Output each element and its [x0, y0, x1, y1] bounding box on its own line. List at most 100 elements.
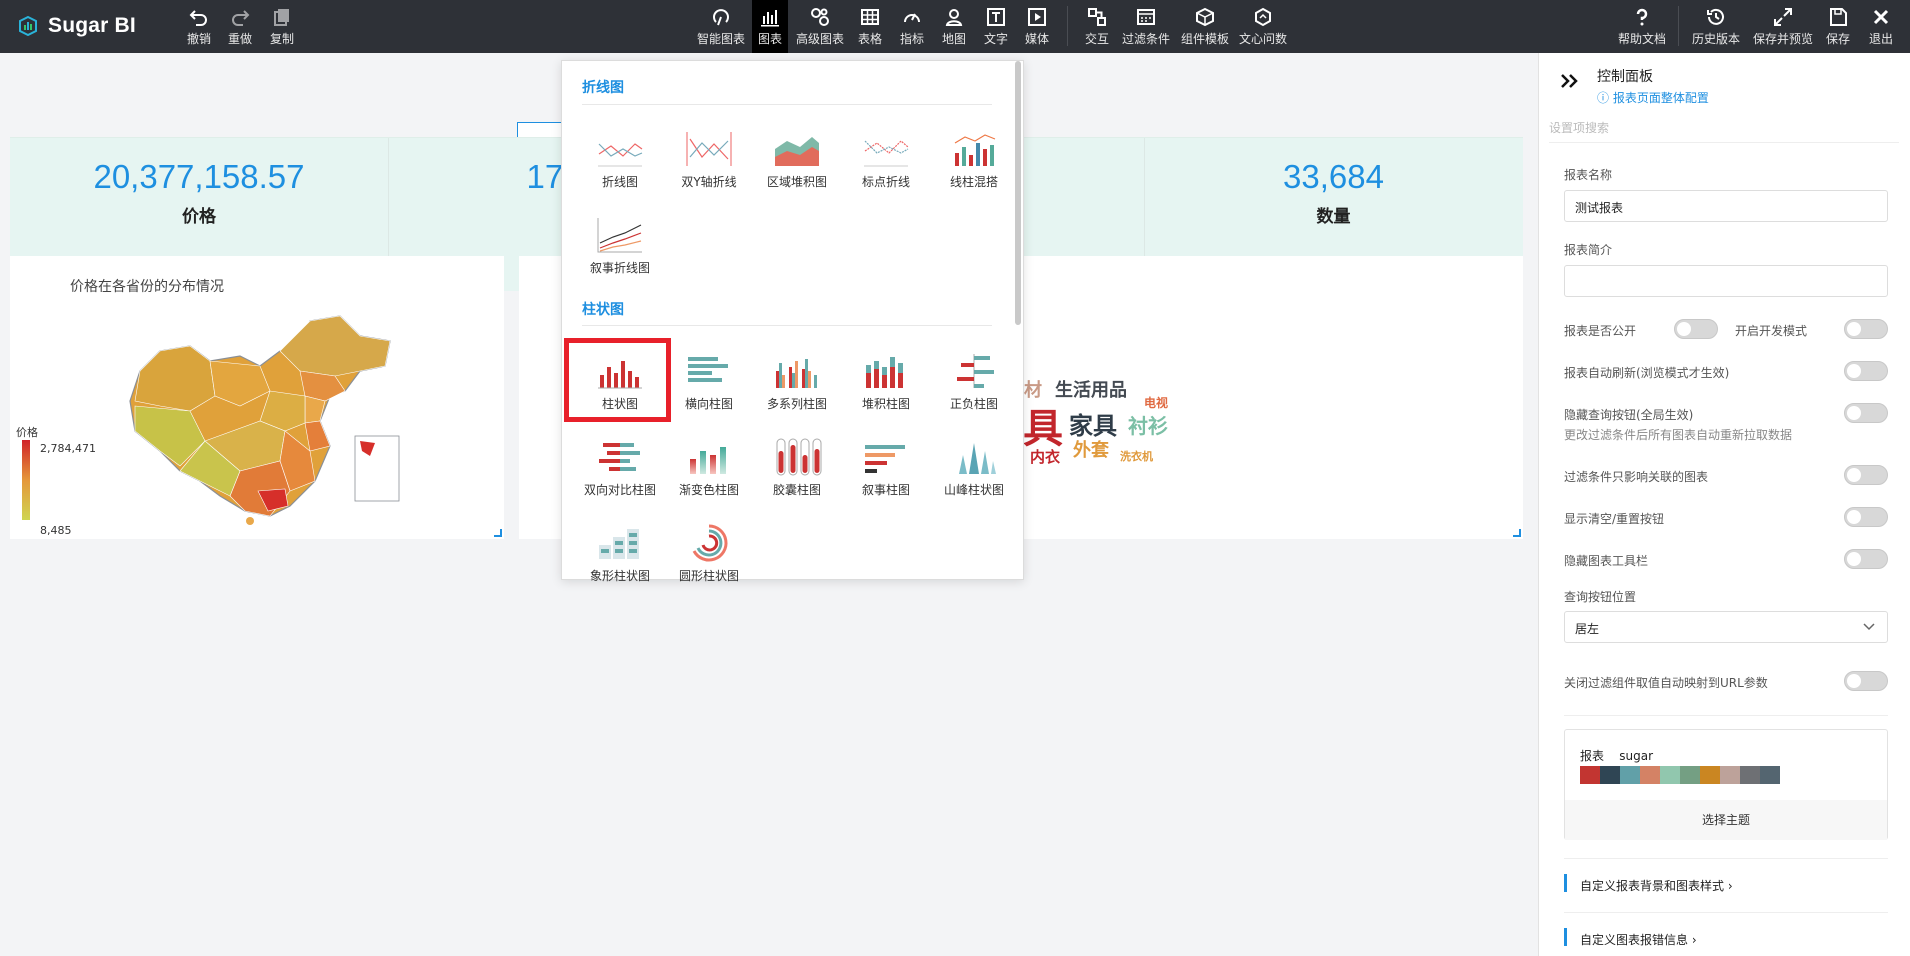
- panel-title: 控制面板: [1597, 69, 1653, 85]
- theme-box: 报表 sugar 选择主题: [1564, 729, 1888, 840]
- chart-type-dropdown[interactable]: 折线图 折线图 双Y轴折线 区域堆积图 标点折线 线柱混搭 叙事折线图 柱状图 …: [561, 60, 1024, 583]
- narrative-line-icon: [597, 218, 642, 253]
- sugar-logo-icon: [19, 16, 37, 36]
- chart-option-dual-y-line[interactable]: 双Y轴折线: [667, 119, 751, 203]
- chevron-right-icon: ›: [1727, 879, 1733, 893]
- interaction-button[interactable]: 交互: [1082, 0, 1112, 53]
- app-logo[interactable]: Sugar BI: [18, 14, 136, 38]
- exit-label: 退出: [1868, 32, 1893, 46]
- query-position-value: 居左: [1575, 622, 1600, 636]
- settings-search-input[interactable]: 设置项搜索: [1549, 119, 1899, 143]
- theme-color-swatch: [1740, 766, 1760, 784]
- theme-name: sugar: [1619, 749, 1654, 763]
- disable-url-toggle[interactable]: [1844, 671, 1888, 691]
- save-preview-button[interactable]: 保存并预览: [1752, 0, 1814, 53]
- chart-option-pictorial-bar[interactable]: 象形柱状图: [578, 513, 662, 597]
- app-name: Sugar BI: [48, 14, 136, 37]
- chart-option-stacked-bar[interactable]: 堆积柱图: [844, 341, 928, 425]
- undo-button[interactable]: 撤销: [183, 0, 215, 53]
- smart-chart-button[interactable]: 智能图表: [694, 0, 748, 53]
- copy-button[interactable]: 复制: [266, 0, 298, 53]
- table-label: 表格: [857, 32, 882, 46]
- chart-option-peak-bar[interactable]: 山峰柱状图: [932, 427, 1016, 511]
- help-label: 帮助文档: [1617, 32, 1666, 46]
- history-label: 历史版本: [1691, 32, 1740, 46]
- help-circle-icon: ⓘ: [1597, 91, 1613, 105]
- report-desc-label: 报表简介: [1564, 243, 1613, 257]
- save-button[interactable]: 保存: [1823, 0, 1853, 53]
- section-divider: [582, 104, 992, 105]
- custom-error-section[interactable]: 自定义图表报错信息 ›: [1564, 928, 1697, 948]
- option-label: 标点折线: [861, 175, 910, 189]
- text-button[interactable]: 文字: [981, 0, 1011, 53]
- media-button[interactable]: 媒体: [1022, 0, 1052, 53]
- indicator-button[interactable]: 指标: [897, 0, 927, 53]
- chart-option-horizontal-bar[interactable]: 横向柱图: [667, 341, 751, 425]
- chart-option-narrative-line[interactable]: 叙事折线图: [578, 205, 662, 289]
- history-button[interactable]: 历史版本: [1691, 0, 1741, 53]
- text-label: 文字: [983, 32, 1008, 46]
- filter-linked-toggle[interactable]: [1844, 465, 1888, 485]
- chart-option-capsule-bar[interactable]: 胶囊柱图: [755, 427, 839, 511]
- help-button[interactable]: 帮助文档: [1617, 0, 1667, 53]
- custom-background-section[interactable]: 自定义报表背景和图表样式 ›: [1564, 874, 1733, 894]
- filter-linked-label: 过滤条件只影响关联的图表: [1564, 470, 1709, 484]
- filter-button[interactable]: 过滤条件: [1122, 0, 1170, 53]
- public-toggle[interactable]: [1674, 319, 1718, 339]
- advanced-chart-button[interactable]: 高级图表: [794, 0, 846, 53]
- redo-button[interactable]: 重做: [224, 0, 256, 53]
- ai-query-button[interactable]: 文心问数: [1238, 0, 1288, 53]
- show-clear-toggle[interactable]: [1844, 507, 1888, 527]
- report-name-input[interactable]: 测试报表: [1564, 190, 1888, 222]
- word: 洗衣机: [1120, 450, 1153, 463]
- component-template-button[interactable]: 组件模板: [1180, 0, 1230, 53]
- collapse-panel-icon[interactable]: [1559, 72, 1581, 90]
- page-config-link[interactable]: ⓘ 报表页面整体配置: [1597, 89, 1709, 106]
- chart-option-positive-negative-bar[interactable]: 正负柱图: [932, 341, 1016, 425]
- dev-mode-toggle[interactable]: [1844, 319, 1888, 339]
- legend-gradient[interactable]: [22, 440, 30, 520]
- media-icon: [1028, 8, 1046, 26]
- legend-title: 价格: [16, 426, 38, 439]
- advanced-chart-icon: [811, 8, 829, 26]
- copy-label: 复制: [269, 32, 294, 46]
- table-button[interactable]: 表格: [855, 0, 885, 53]
- disable-url-label: 关闭过滤组件取值自动映射到URL参数: [1564, 676, 1768, 690]
- auto-refresh-toggle[interactable]: [1844, 361, 1888, 381]
- chevron-right-icon: ›: [1691, 933, 1697, 947]
- theme-color-swatch: [1680, 766, 1700, 784]
- bidirectional-bar-icon: [599, 443, 640, 471]
- chart-option-narrative-bar[interactable]: 叙事柱图: [844, 427, 928, 511]
- map-chart-card[interactable]: 价格在各省份的分布情况 价格 2,784,471 8,485: [10, 256, 504, 539]
- chart-option-line[interactable]: 折线图: [578, 119, 662, 203]
- exit-button[interactable]: 退出: [1866, 0, 1896, 53]
- word: 生活用品: [1055, 380, 1127, 401]
- stacked-bar-icon: [866, 357, 903, 388]
- chart-option-multi-series-bar[interactable]: 多系列柱图: [755, 341, 839, 425]
- chart-button[interactable]: 图表: [752, 0, 788, 53]
- smart-chart-label: 智能图表: [696, 32, 745, 46]
- kpi-value: 20,377,158.57: [93, 158, 305, 195]
- option-label: 堆积柱图: [861, 397, 910, 411]
- hide-toolbar-toggle[interactable]: [1844, 549, 1888, 569]
- option-label: 渐变色柱图: [678, 483, 739, 497]
- hide-query-toggle[interactable]: [1844, 403, 1888, 423]
- chart-option-bidirectional-bar[interactable]: 双向对比柱图: [578, 427, 662, 511]
- chart-option-stacked-area[interactable]: 区域堆积图: [755, 119, 839, 203]
- resize-handle[interactable]: [1513, 529, 1521, 537]
- bar-chart-icon: [761, 10, 779, 27]
- report-desc-input[interactable]: [1564, 265, 1888, 297]
- chart-option-marker-line[interactable]: 标点折线: [844, 119, 928, 203]
- dropdown-scrollbar[interactable]: [1015, 61, 1021, 325]
- chart-option-circular-bar[interactable]: 圆形柱状图: [667, 513, 751, 597]
- theme-color-swatch: [1580, 766, 1600, 784]
- resize-handle[interactable]: [494, 529, 502, 537]
- chart-option-gradient-bar[interactable]: 渐变色柱图: [667, 427, 751, 511]
- choose-theme-button[interactable]: 选择主题: [1565, 800, 1887, 840]
- chart-option-line-bar-mix[interactable]: 线柱混搭: [932, 119, 1016, 203]
- line-chart-icon: [598, 143, 643, 167]
- map-button[interactable]: 地图: [939, 0, 969, 53]
- query-position-select[interactable]: 居左: [1564, 611, 1888, 643]
- word: 电视: [1144, 396, 1169, 410]
- line-bar-mix-icon: [954, 134, 996, 166]
